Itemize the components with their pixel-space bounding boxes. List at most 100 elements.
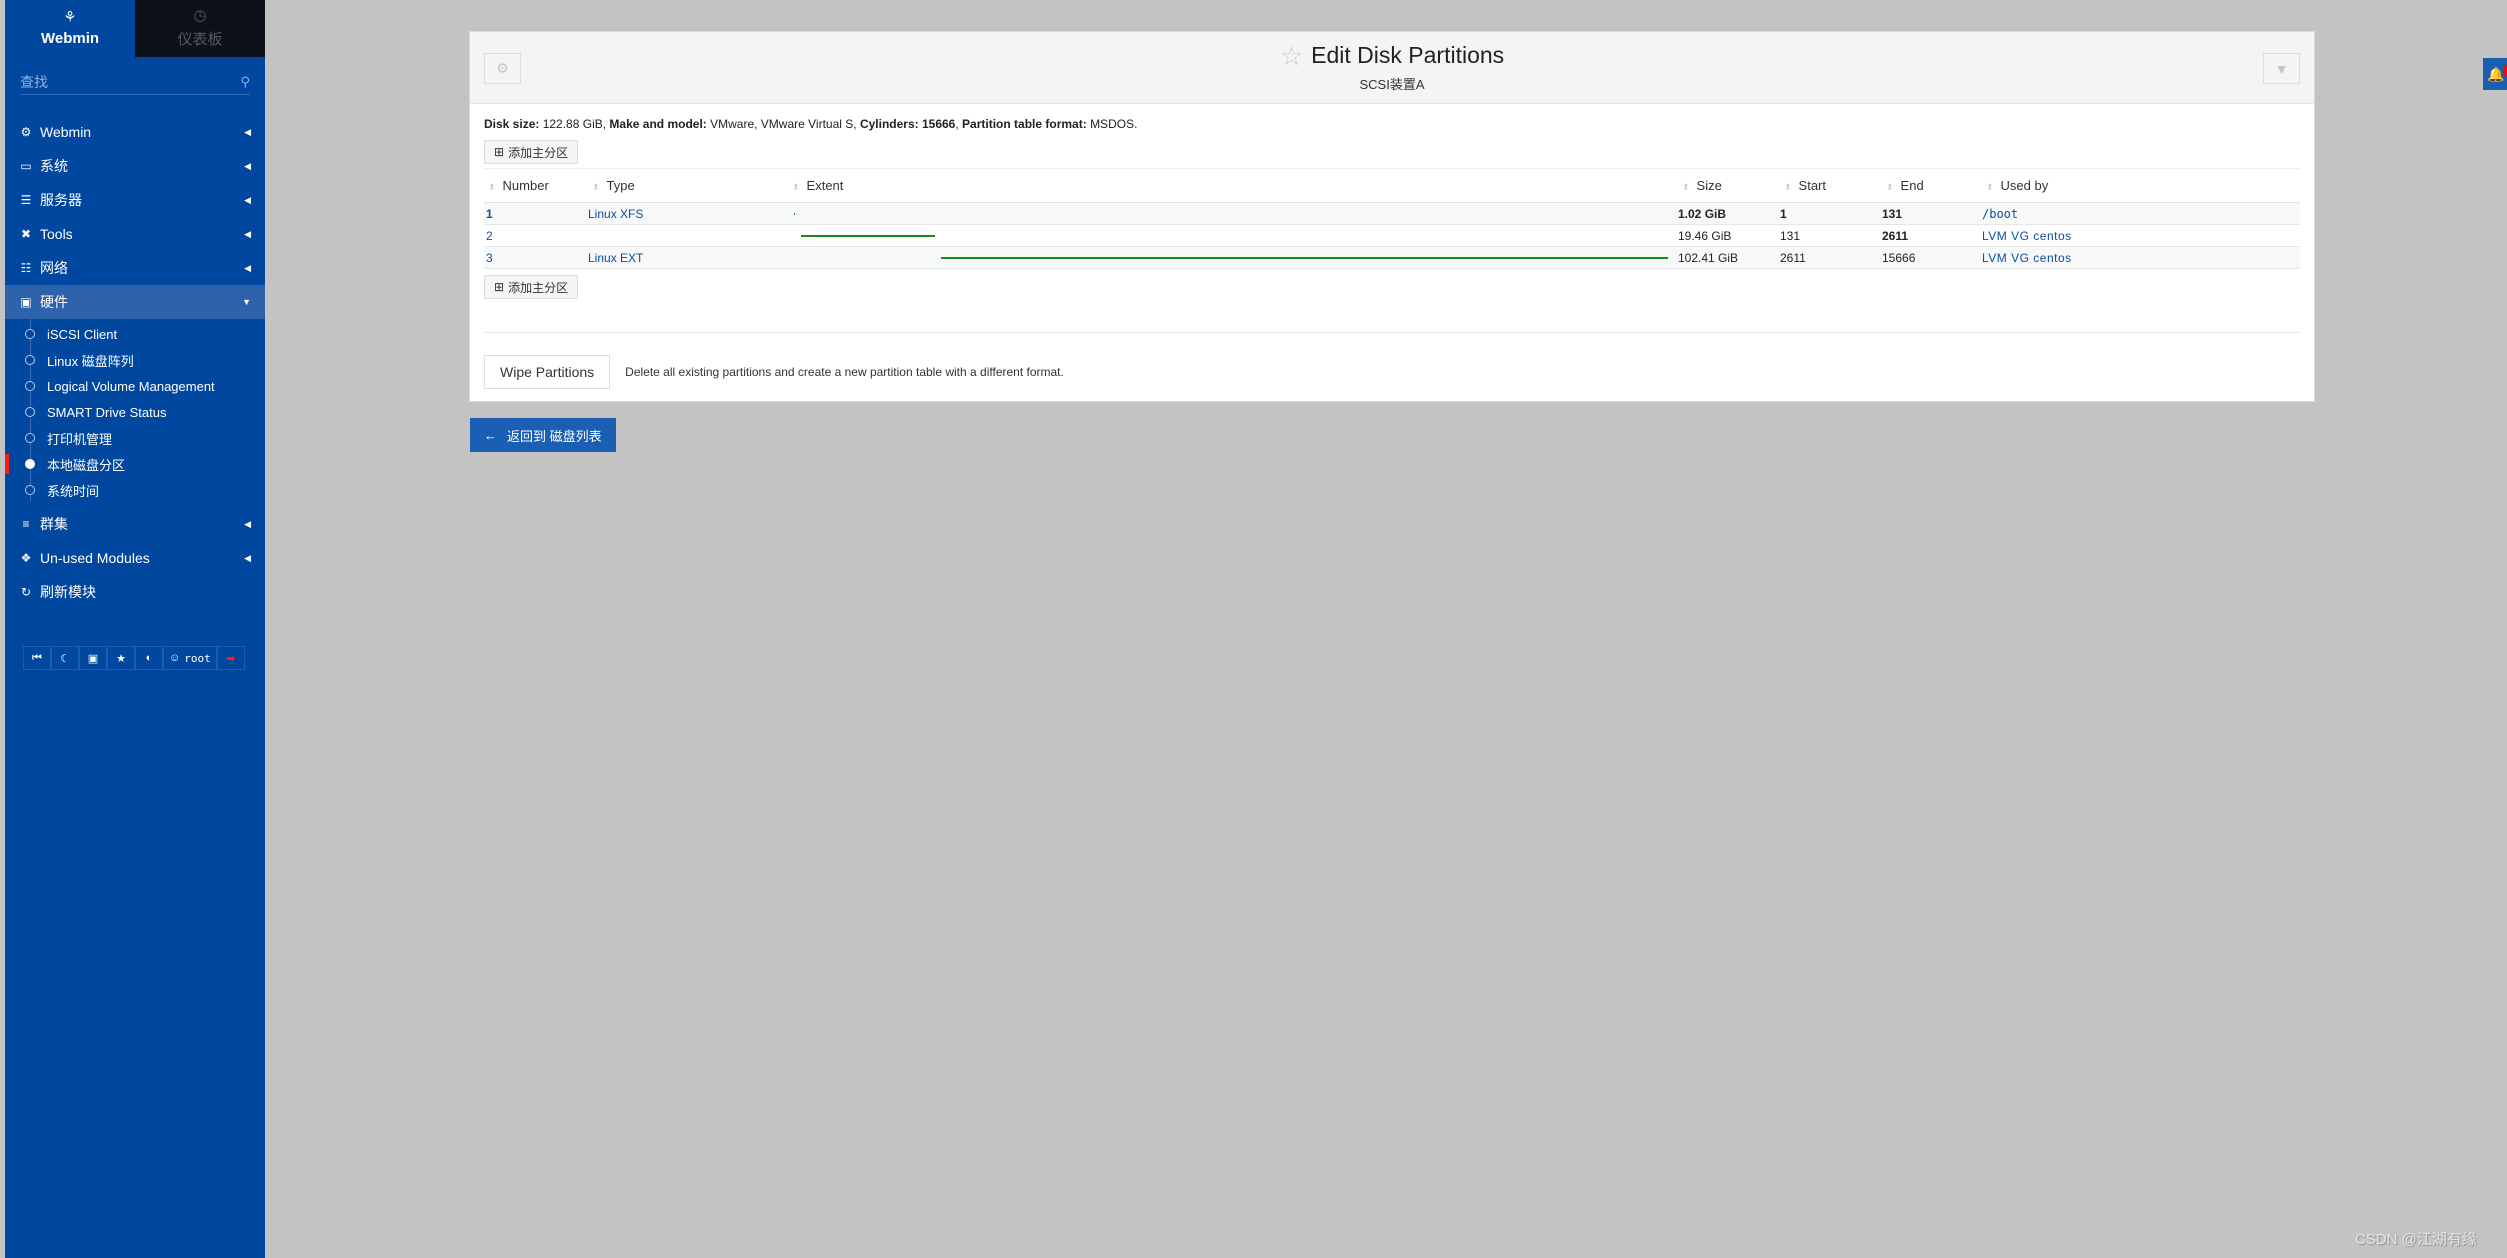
submenu-item-label: Linux 磁盘阵列 (47, 353, 134, 369)
sidebar-item-label: 服务器 (40, 192, 82, 208)
active-indicator (5, 454, 9, 474)
sort-icon: ⬍ (1784, 182, 1792, 192)
submenu-item-local-partitions[interactable]: 本地磁盘分区 (5, 451, 265, 477)
tab-dashboard-label: 仪表板 (177, 31, 223, 48)
sidebar-item-system[interactable]: ▭ 系统 ◀ (5, 149, 265, 183)
used-by-link[interactable]: /boot (1982, 207, 2018, 221)
partition-number-link[interactable]: 1 (486, 207, 493, 221)
terminal-button[interactable]: ▣ (79, 646, 107, 670)
used-by-link[interactable]: LVM VG centos (1982, 229, 2072, 243)
panel-body: Disk size: 122.88 GiB, Make and model: V… (470, 104, 2314, 389)
submenu-item-smart-status[interactable]: SMART Drive Status (5, 399, 265, 425)
sort-icon: ⬍ (1886, 182, 1894, 192)
sort-icon: ⬍ (1986, 182, 1994, 192)
user-button[interactable]: ☺ root (163, 646, 217, 670)
back-button-label: 返回到 磁盘列表 (507, 428, 602, 444)
partition-end: 15666 (1882, 246, 1982, 269)
search-input[interactable] (20, 73, 220, 90)
add-primary-partition-label: 添加主分区 (508, 280, 569, 295)
search-icon[interactable]: ⚲ (240, 74, 250, 90)
favorites-star-icon: ★ (116, 652, 126, 665)
partition-end: 131 (1882, 202, 1982, 225)
column-header-size[interactable]: ⬍ Size (1678, 168, 1780, 203)
tab-webmin[interactable]: ⚘ Webmin (5, 0, 135, 57)
extent-bar (801, 235, 935, 237)
username: root (184, 651, 211, 665)
submenu-item-iscsi-client[interactable]: iSCSI Client (5, 321, 265, 347)
sidebar-item-servers[interactable]: ☰ 服务器 ◀ (5, 183, 265, 217)
column-header-number[interactable]: ⬍ Number (484, 168, 588, 203)
sidebar-item-label: Tools (40, 226, 73, 242)
wipe-row: Wipe Partitions Delete all existing part… (484, 355, 2300, 389)
submenu-item-linux-raid[interactable]: Linux 磁盘阵列 (5, 347, 265, 373)
panel-header: ⚙ ☆ Edit Disk Partitions SCSI装置A ▼ (470, 32, 2314, 104)
sidebar-item-hardware[interactable]: ▣ 硬件 ▼ (5, 285, 265, 319)
night-mode-button[interactable]: ☾ (51, 646, 79, 670)
partition-number-link[interactable]: 2 (486, 229, 493, 243)
sidebar-item-network[interactable]: ☷ 网络 ◀ (5, 251, 265, 285)
sidebar-item-label: 刷新模块 (40, 584, 96, 600)
sort-icon: ⬍ (1682, 182, 1690, 192)
partition-type-link[interactable]: Linux EXT (588, 251, 643, 265)
submenu-item-label: SMART Drive Status (47, 404, 167, 420)
partition-extent (788, 202, 1678, 225)
tab-webmin-label: Webmin (40, 30, 100, 47)
sidebar-menu: ⚙ Webmin ◀ ▭ 系统 ◀ ☰ 服务器 ◀ ✖ Tools ◀ ☷ 网络… (5, 115, 265, 609)
partition-size: 102.41 GiB (1678, 246, 1780, 269)
column-header-type[interactable]: ⬍ Type (588, 168, 788, 203)
edit-partitions-panel: ⚙ ☆ Edit Disk Partitions SCSI装置A ▼ Disk … (469, 31, 2315, 402)
column-header-extent[interactable]: ⬍ Extent (788, 168, 1678, 203)
partition-number-link[interactable]: 3 (486, 251, 493, 265)
caret-left-icon: ◀ (244, 228, 251, 239)
used-by-link[interactable]: LVM VG centos (1982, 251, 2072, 265)
collapse-sidebar-button[interactable]: ⏮ (23, 646, 51, 670)
disk-size-label: Disk size: (484, 117, 540, 131)
partition-start: 1 (1780, 202, 1882, 225)
sidebar-item-unused-modules[interactable]: ❖ Un-used Modules ◀ (5, 541, 265, 575)
partition-type-link[interactable]: Linux XFS (588, 207, 643, 221)
column-header-start[interactable]: ⬍ Start (1780, 168, 1882, 203)
caret-left-icon: ◀ (244, 126, 251, 137)
submenu-item-system-time[interactable]: 系统时间 (5, 477, 265, 503)
partitions-table: ⬍ Number ⬍ Type ⬍ Extent ⬍ Size ⬍ Start ⬍ End … (484, 168, 2300, 269)
sidebar-item-cluster[interactable]: ≡ 群集 ◀ (5, 507, 265, 541)
sidebar-item-label: 硬件 (40, 294, 68, 310)
submenu-item-lvm[interactable]: Logical Volume Management (5, 373, 265, 399)
partition-extent (788, 224, 1678, 247)
sidebar-item-label: 系统 (40, 158, 68, 174)
favorite-star-icon[interactable]: ☆ (1280, 43, 1303, 69)
favorites-button[interactable]: ★ (107, 646, 135, 670)
sidebar-item-label: Un-used Modules (40, 550, 150, 566)
submenu-item-printers[interactable]: 打印机管理 (5, 425, 265, 451)
webmin-logo-icon: ⚘ (63, 9, 77, 26)
sort-icon: ⬍ (592, 182, 600, 192)
add-primary-partition-button[interactable]: ⊞ 添加主分区 (484, 140, 579, 164)
sidebar-item-refresh-modules[interactable]: ↻ 刷新模块 (5, 575, 265, 609)
column-header-end[interactable]: ⬍ End (1882, 168, 1982, 203)
logout-button[interactable]: ➡ (216, 646, 245, 670)
disk-cylinders-label: Cylinders: (859, 117, 919, 131)
back-to-disk-list-button[interactable]: ← 返回到 磁盘列表 (470, 418, 616, 452)
add-primary-partition-button-bottom[interactable]: ⊞ 添加主分区 (484, 275, 579, 299)
partition-start: 2611 (1780, 246, 1882, 269)
sidebar-bottom-bar: ⏮ ☾ ▣ ★ ◐ ☺ root ➡ (23, 646, 245, 670)
circle-icon (25, 407, 35, 417)
disk-cylinders-value: 15666 (921, 117, 956, 131)
caret-left-icon: ◀ (244, 160, 251, 171)
sidebar: ⚘ Webmin ◷ 仪表板 ⚲ ⚙ Webmin ◀ ▭ 系统 ◀ ☰ 服务器… (5, 0, 265, 1258)
sidebar-item-webmin[interactable]: ⚙ Webmin ◀ (5, 115, 265, 149)
notifications-button[interactable]: 🔔 (2483, 58, 2507, 90)
column-header-used-by[interactable]: ⬍ Used by (1982, 168, 2300, 203)
submenu-item-label: 系统时间 (47, 483, 100, 499)
circle-icon (25, 433, 35, 443)
theme-button[interactable]: ◐ (135, 646, 163, 670)
tab-dashboard[interactable]: ◷ 仪表板 (135, 0, 265, 57)
circle-icon (25, 329, 35, 339)
sidebar-item-label: Webmin (40, 124, 92, 140)
partition-end: 2611 (1882, 224, 1982, 247)
wipe-partitions-button[interactable]: Wipe Partitions (484, 355, 611, 389)
wrench-screwdriver-icon: ✖ (20, 227, 32, 241)
sidebar-item-tools[interactable]: ✖ Tools ◀ (5, 217, 265, 251)
filled-circle-icon (25, 459, 35, 469)
filter-button[interactable]: ▼ (2263, 53, 2300, 84)
